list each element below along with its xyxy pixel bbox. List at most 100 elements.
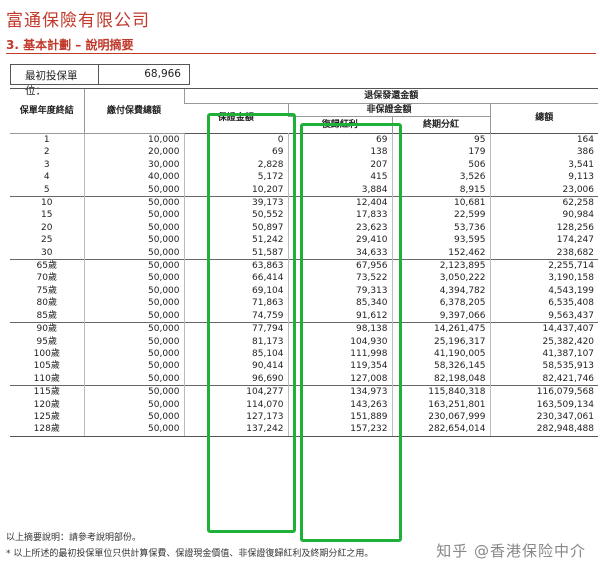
- cell-total: 82,421,746: [489, 372, 599, 386]
- cell-reversionary-bonus: 91,612: [287, 309, 392, 323]
- cell-terminal-dividend: 163,251,801: [391, 398, 490, 411]
- cell-reversionary-bonus: 207: [287, 158, 392, 172]
- cell-guaranteed: 10,207: [183, 183, 288, 197]
- cell-total: 230,347,061: [489, 410, 599, 424]
- table-row: 5 50,000 10,207 3,884 8,915 23,006: [10, 183, 599, 197]
- cell-terminal-dividend: 230,067,999: [391, 410, 490, 424]
- cell-total: 41,387,107: [489, 347, 599, 361]
- cell-guaranteed: 50,552: [183, 209, 288, 222]
- cell-guaranteed: 69: [183, 146, 288, 159]
- cell-premium: 50,000: [83, 272, 184, 285]
- initial-units-label: 最初投保單位：: [11, 65, 99, 97]
- cell-guaranteed: 85,104: [183, 347, 288, 361]
- table-row: 110歲 50,000 96,690 127,008 82,198,048 82,421,…: [10, 372, 599, 386]
- cell-terminal-dividend: 9,397,066: [391, 309, 490, 323]
- cell-total: 386: [489, 146, 599, 159]
- cell-reversionary-bonus: 415: [287, 171, 392, 184]
- cell-reversionary-bonus: 151,889: [287, 410, 392, 424]
- cell-reversionary-bonus: 12,404: [287, 196, 392, 210]
- cell-guaranteed: 127,173: [183, 410, 288, 424]
- cell-year: 30: [41, 247, 53, 258]
- cell-guaranteed: 114,070: [183, 398, 288, 411]
- table-row: 90歲 50,000 77,794 98,138 14,261,475 14,437,40…: [10, 322, 599, 336]
- cell-year: 110歲: [33, 373, 60, 384]
- table-row: 120歲 50,000 114,070 143,263 163,251,801 163,5…: [10, 398, 599, 411]
- cell-year: 4: [43, 172, 50, 183]
- cell-year: 20: [41, 222, 53, 233]
- cell-terminal-dividend: 82,198,048: [391, 372, 490, 386]
- cell-terminal-dividend: 179: [391, 146, 490, 159]
- cell-terminal-dividend: 14,261,475: [391, 322, 490, 336]
- table-row: 3 30,000 2,828 207 506 3,541: [10, 158, 599, 172]
- cell-premium: 50,000: [83, 398, 184, 411]
- cell-year: 80歲: [36, 298, 57, 309]
- initial-units-value: 68,966: [144, 68, 181, 80]
- cell-year: 125歲: [33, 411, 60, 422]
- cell-total: 3,541: [489, 158, 599, 172]
- cell-guaranteed: 71,863: [183, 297, 288, 310]
- table-row: 125歲 50,000 127,173 151,889 230,067,999 230,3…: [10, 410, 599, 424]
- cell-premium: 40,000: [83, 171, 184, 184]
- cell-guaranteed: 69,104: [183, 284, 288, 298]
- cell-premium: 50,000: [83, 372, 184, 386]
- section-rule: [6, 53, 596, 54]
- cell-reversionary-bonus: 157,232: [287, 423, 392, 437]
- cell-premium: 50,000: [83, 410, 184, 424]
- cell-guaranteed: 90,414: [183, 360, 288, 373]
- cell-reversionary-bonus: 3,884: [287, 183, 392, 197]
- table-row: 20 50,000 50,897 23,623 53,736 128,256: [10, 221, 599, 235]
- cell-guaranteed: 63,863: [183, 259, 288, 273]
- cell-reversionary-bonus: 98,138: [287, 322, 392, 336]
- header-non-guaranteed: 非保證金額: [287, 103, 490, 117]
- cell-total: 9,563,437: [489, 309, 599, 323]
- footnote-1: 以上摘要說明：請參考說明部份。: [6, 533, 142, 543]
- table-row: 75歲 50,000 69,104 79,313 4,394,782 4,543,199: [10, 284, 599, 298]
- cell-total: 164: [489, 133, 599, 147]
- table-row: 1 10,000 0 69 95 164: [10, 133, 599, 147]
- cell-year: 15: [41, 210, 53, 221]
- cell-reversionary-bonus: 143,263: [287, 398, 392, 411]
- cell-year: 10: [10, 196, 84, 210]
- cell-total: 238,682: [489, 246, 599, 260]
- cell-guaranteed: 39,173: [183, 196, 288, 210]
- cell-total: 90,984: [489, 209, 599, 222]
- cell-reversionary-bonus: 29,410: [287, 234, 392, 247]
- cell-total: 3,190,158: [489, 272, 599, 285]
- table-row: 115歲 50,000 104,277 134,973 115,840,318 116,0…: [10, 385, 599, 399]
- cell-year: 90歲: [10, 322, 84, 336]
- cell-total: 163,509,134: [489, 398, 599, 411]
- table-row: 30 50,000 51,587 34,633 152,462 238,682: [10, 246, 599, 260]
- cell-terminal-dividend: 95: [391, 133, 490, 147]
- cell-reversionary-bonus: 23,623: [287, 221, 392, 235]
- cell-guaranteed: 51,587: [183, 246, 288, 260]
- table-row: 15 50,000 50,552 17,833 22,599 90,984: [10, 209, 599, 222]
- cell-guaranteed: 77,794: [183, 322, 288, 336]
- cell-reversionary-bonus: 17,833: [287, 209, 392, 222]
- table-row: 65歲 50,000 63,863 67,956 2,123,895 2,255,714: [10, 259, 599, 273]
- cell-premium: 30,000: [83, 158, 184, 172]
- cell-terminal-dividend: 25,196,317: [391, 335, 490, 348]
- table-row: 2 20,000 69 138 179 386: [10, 146, 599, 159]
- cell-premium: 10,000: [83, 133, 184, 147]
- table-row: 85歲 50,000 74,759 91,612 9,397,066 9,563,437: [10, 309, 599, 323]
- header-premium-total: 繳付保費總額: [83, 88, 184, 134]
- cell-premium: 50,000: [83, 196, 184, 210]
- cell-total: 9,113: [489, 171, 599, 184]
- watermark: 知乎 @香港保险中介: [436, 542, 586, 560]
- cell-year: 115歲: [10, 385, 84, 399]
- cell-total: 62,258: [489, 196, 599, 210]
- cell-reversionary-bonus: 73,522: [287, 272, 392, 285]
- cell-year: 95歲: [36, 336, 57, 347]
- table-row: 128歲 50,000 137,242 157,232 282,654,014 282,9…: [10, 423, 599, 437]
- cell-premium: 50,000: [83, 297, 184, 310]
- cell-reversionary-bonus: 119,354: [287, 360, 392, 373]
- table-row: 70歲 50,000 66,414 73,522 3,050,222 3,190,158: [10, 272, 599, 285]
- cell-premium: 50,000: [83, 246, 184, 260]
- cell-reversionary-bonus: 69: [287, 133, 392, 147]
- cell-total: 23,006: [489, 183, 599, 197]
- cell-premium: 50,000: [83, 209, 184, 222]
- cell-guaranteed: 137,242: [183, 423, 288, 437]
- cell-reversionary-bonus: 138: [287, 146, 392, 159]
- cell-year: 2: [43, 147, 50, 158]
- cell-terminal-dividend: 53,736: [391, 221, 490, 235]
